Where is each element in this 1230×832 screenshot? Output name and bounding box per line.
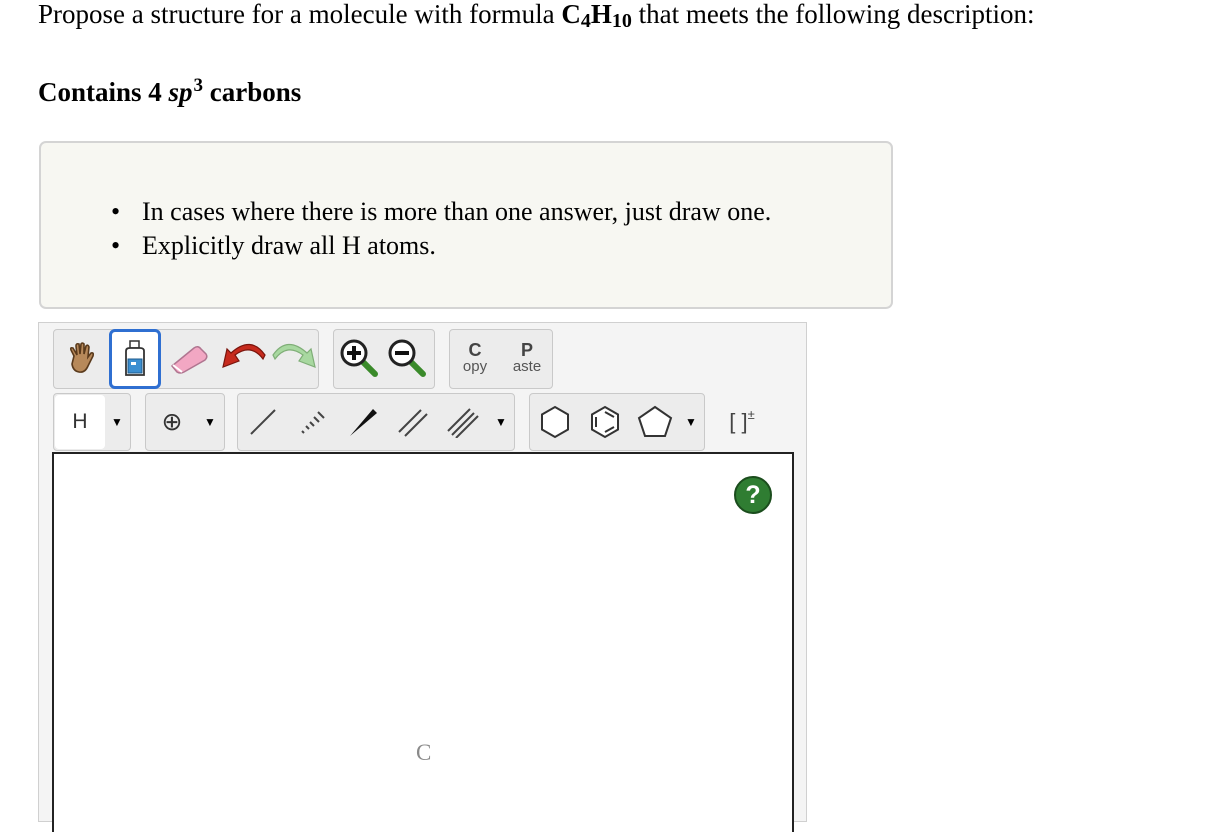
instruction-item: In cases where there is more than one an… [111, 195, 771, 229]
benzene-icon [591, 405, 619, 439]
redo-button[interactable] [269, 333, 319, 385]
zoom-out-icon [388, 339, 426, 377]
hand-icon [69, 342, 95, 373]
help-button[interactable]: ? [734, 476, 772, 514]
zoom-out-button[interactable] [385, 333, 431, 385]
double-bond-button[interactable] [389, 395, 437, 449]
clean-bottle-icon [125, 340, 145, 376]
drawing-canvas[interactable]: ? C [52, 452, 794, 832]
hashed-bond-icon [301, 411, 325, 434]
zoom-in-icon [340, 339, 378, 377]
triple-bond-button[interactable] [439, 395, 487, 449]
instructions-box: In cases where there is more than one an… [39, 141, 893, 309]
cyclohexane-button[interactable] [531, 395, 579, 449]
redo-icon [272, 343, 316, 368]
eraser-tool-button[interactable] [163, 333, 215, 385]
hashed-bond-button[interactable] [289, 395, 337, 449]
zoom-in-button[interactable] [337, 333, 383, 385]
hand-tool-button[interactable] [57, 333, 107, 385]
wedge-bond-button[interactable] [339, 395, 387, 449]
ring-dropdown-caret[interactable]: ▼ [679, 395, 703, 449]
description-text: Contains 4 sp3 carbons [38, 75, 302, 107]
copy-button[interactable]: C opy [451, 331, 499, 385]
single-bond-icon [250, 409, 276, 435]
undo-icon [222, 343, 266, 368]
wedge-bond-icon [350, 409, 377, 436]
erase-bottle-tool-button[interactable] [109, 329, 161, 389]
eraser-icon [170, 345, 208, 374]
question-text: Propose a structure for a molecule with … [38, 0, 1035, 32]
double-bond-icon [398, 409, 428, 437]
cyclohexane-icon [541, 405, 569, 439]
undo-button[interactable] [219, 333, 269, 385]
cyclopentane-button[interactable] [631, 395, 679, 449]
bond-dropdown-caret[interactable]: ▼ [489, 395, 513, 449]
atom-dropdown-caret[interactable]: ▼ [105, 395, 129, 449]
formula: C4H10 [561, 0, 632, 32]
charge-plus-button[interactable]: ⊕ [147, 395, 197, 449]
instructions-list: In cases where there is more than one an… [111, 195, 771, 263]
instruction-item: Explicitly draw all H atoms. [111, 229, 771, 263]
bracket-template-button[interactable]: [ ] ± [717, 395, 767, 449]
benzene-button[interactable] [581, 395, 629, 449]
cyclopentane-icon [637, 405, 673, 437]
paste-button[interactable]: P aste [503, 331, 551, 385]
single-bond-button[interactable] [239, 395, 287, 449]
atom-h-button[interactable]: H [55, 395, 105, 449]
triple-bond-icon [447, 408, 479, 438]
charge-dropdown-caret[interactable]: ▼ [197, 395, 223, 449]
carbon-atom[interactable]: C [416, 740, 431, 766]
